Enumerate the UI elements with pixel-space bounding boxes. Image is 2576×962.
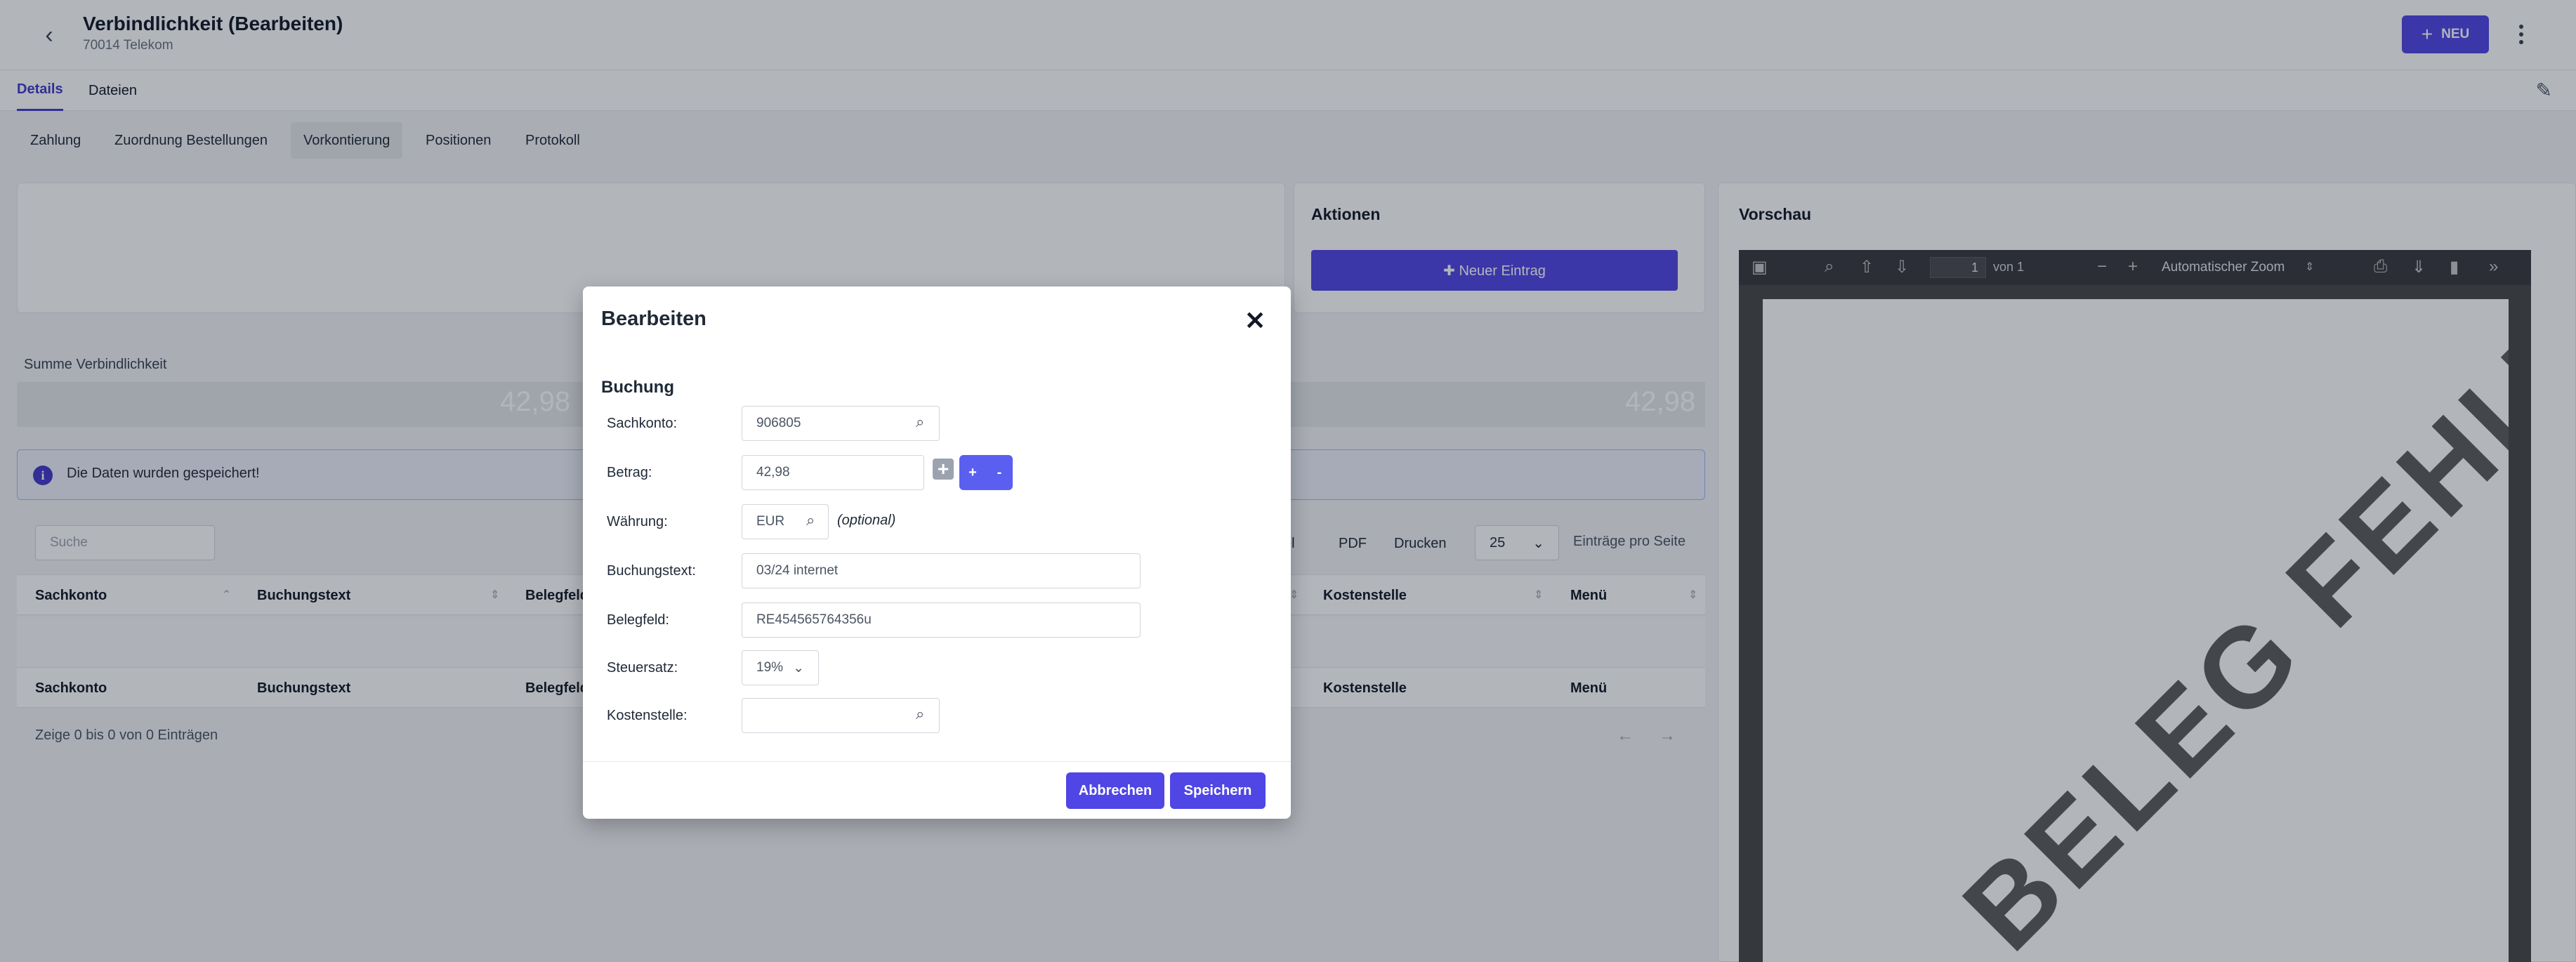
search-icon[interactable]: ⌕: [916, 413, 924, 431]
modal-title: Bearbeiten: [601, 308, 707, 330]
kostenstelle-label: Kostenstelle:: [607, 708, 688, 723]
sachkonto-label: Sachkonto:: [607, 416, 678, 431]
save-button[interactable]: Speichern: [1170, 772, 1266, 809]
section-title: Buchung: [601, 378, 674, 397]
kostenstelle-input[interactable]: [742, 698, 940, 733]
betrag-label: Betrag:: [607, 465, 652, 480]
cancel-button[interactable]: Abbrechen: [1066, 772, 1164, 809]
waehrung-hint: (optional): [837, 513, 896, 528]
close-icon[interactable]: ✕: [1244, 306, 1266, 336]
minus-button[interactable]: -: [986, 455, 1013, 490]
steuersatz-value: 19%: [756, 660, 784, 675]
sachkonto-input[interactable]: 906805: [742, 406, 940, 441]
modal-divider: [583, 761, 1291, 762]
steuersatz-label: Steuersatz:: [607, 660, 678, 676]
search-icon[interactable]: ⌕: [806, 511, 815, 529]
buchungstext-label: Buchungstext:: [607, 563, 696, 579]
belegfeld-input[interactable]: RE454565764356u: [742, 602, 1141, 638]
waehrung-input[interactable]: EUR: [742, 504, 829, 539]
steuersatz-select[interactable]: 19% ⌄: [742, 650, 819, 685]
search-icon[interactable]: ⌕: [916, 705, 924, 723]
waehrung-label: Währung:: [607, 514, 668, 529]
buchungstext-input[interactable]: 03/24 internet: [742, 553, 1141, 588]
betrag-input[interactable]: 42,98: [742, 455, 924, 490]
add-icon[interactable]: +: [933, 458, 954, 480]
belegfeld-label: Belegfeld:: [607, 612, 669, 628]
plus-button[interactable]: +: [959, 455, 986, 490]
chevron-down-icon: ⌄: [793, 660, 804, 676]
edit-modal: Bearbeiten ✕ Buchung Sachkonto: 906805 ⌕…: [583, 286, 1291, 819]
